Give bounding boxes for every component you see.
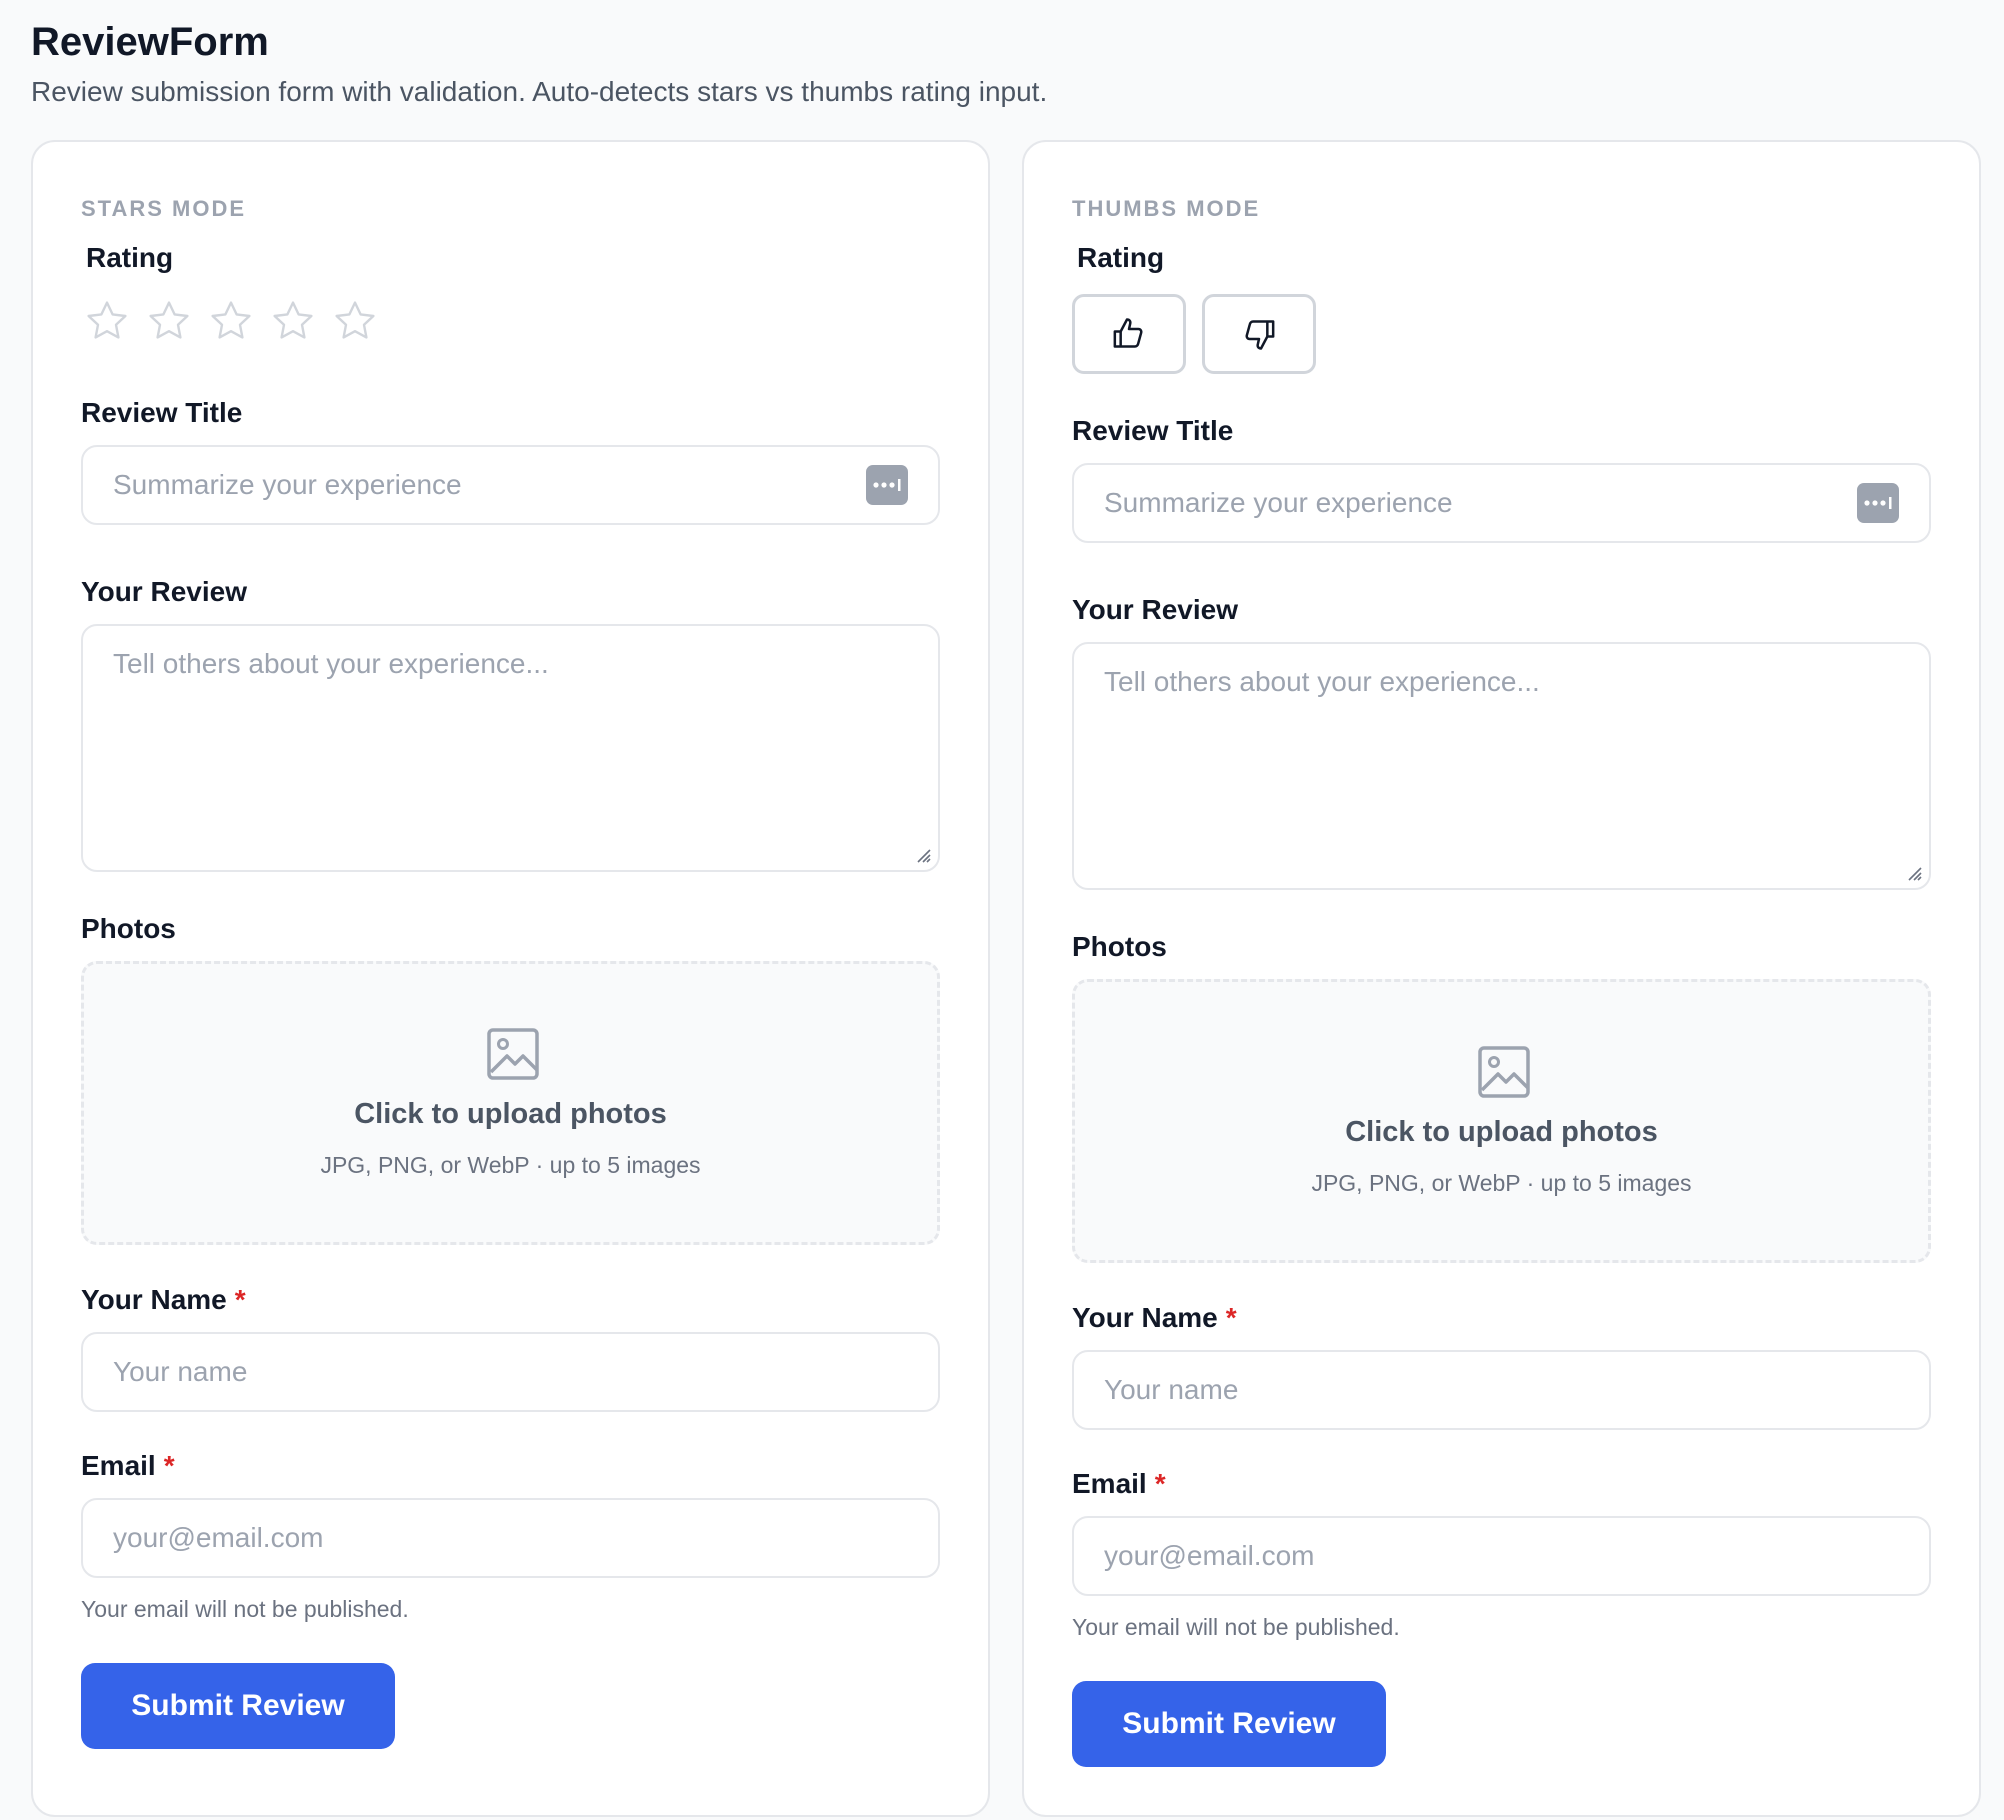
required-asterisk: * (234, 1284, 246, 1315)
thumbs-up-icon (1113, 318, 1143, 348)
thumbs-mode-card: THUMBS MODE Rating Review Title Summariz… (1022, 140, 1981, 1817)
star-rating (83, 297, 379, 345)
your-name-label-text: Your Name (81, 1284, 227, 1315)
photos-label: Photos (1072, 931, 1167, 962)
your-review-placeholder: Tell others about your experience... (1104, 666, 1540, 697)
your-name-placeholder: Your name (1104, 1374, 1239, 1405)
photos-label: Photos (81, 913, 176, 944)
upload-hint: JPG, PNG, or WebP · up to 5 images (320, 1152, 701, 1178)
review-title-label: Review Title (81, 397, 243, 428)
email-label-text: Email (1072, 1468, 1147, 1499)
page-title: ReviewForm (31, 20, 269, 64)
resize-handle-icon[interactable] (1903, 862, 1923, 882)
review-title-input[interactable]: Summarize your experience (81, 445, 940, 525)
your-name-input[interactable]: Your name (1072, 1350, 1931, 1430)
resize-handle-icon[interactable] (912, 844, 932, 864)
required-asterisk: * (163, 1450, 175, 1481)
rating-label: Rating (86, 242, 174, 273)
photo-upload-dropzone[interactable]: Click to upload photos JPG, PNG, or WebP… (1072, 979, 1931, 1263)
mode-label: STARS MODE (81, 196, 247, 221)
star-icon-1[interactable] (83, 297, 131, 345)
star-icon-2[interactable] (145, 297, 193, 345)
submit-review-button[interactable]: Submit Review (1072, 1681, 1386, 1767)
your-review-textarea[interactable]: Tell others about your experience... (1072, 642, 1931, 890)
password-manager-icon[interactable] (1857, 483, 1899, 523)
review-title-placeholder: Summarize your experience (1104, 487, 1453, 518)
email-label: Email * (81, 1450, 175, 1482)
email-placeholder: your@email.com (113, 1522, 324, 1553)
your-name-placeholder: Your name (113, 1356, 248, 1387)
rating-label: Rating (1077, 242, 1165, 273)
thumbs-down-button[interactable] (1202, 294, 1316, 374)
your-review-label: Your Review (1072, 594, 1238, 625)
mode-label: THUMBS MODE (1072, 196, 1261, 221)
upload-title: Click to upload photos (1345, 1116, 1658, 1148)
email-label-text: Email (81, 1450, 156, 1481)
review-title-label: Review Title (1072, 415, 1234, 446)
email-help-text: Your email will not be published. (1072, 1614, 1400, 1640)
thumbs-rating (1072, 294, 1316, 374)
required-asterisk: * (1154, 1468, 1166, 1499)
password-manager-icon[interactable] (866, 465, 908, 505)
image-icon (1478, 1046, 1530, 1098)
submit-review-button[interactable]: Submit Review (81, 1663, 395, 1749)
review-title-input[interactable]: Summarize your experience (1072, 463, 1931, 543)
your-review-textarea[interactable]: Tell others about your experience... (81, 624, 940, 872)
star-icon-4[interactable] (269, 297, 317, 345)
star-icon-3[interactable] (207, 297, 255, 345)
required-asterisk: * (1225, 1302, 1237, 1333)
thumbs-up-button[interactable] (1072, 294, 1186, 374)
your-review-placeholder: Tell others about your experience... (113, 648, 549, 679)
star-icon-5[interactable] (331, 297, 379, 345)
page: ReviewForm Review submission form with v… (0, 0, 2004, 1820)
your-review-label: Your Review (81, 576, 247, 607)
your-name-input[interactable]: Your name (81, 1332, 940, 1412)
your-name-label-text: Your Name (1072, 1302, 1218, 1333)
upload-title: Click to upload photos (354, 1098, 667, 1130)
email-help-text: Your email will not be published. (81, 1596, 409, 1622)
email-placeholder: your@email.com (1104, 1540, 1315, 1571)
your-name-label: Your Name * (1072, 1302, 1237, 1334)
page-subtitle: Review submission form with validation. … (31, 76, 1048, 107)
email-input[interactable]: your@email.com (81, 1498, 940, 1578)
upload-hint: JPG, PNG, or WebP · up to 5 images (1311, 1170, 1692, 1196)
review-title-placeholder: Summarize your experience (113, 469, 462, 500)
your-name-label: Your Name * (81, 1284, 246, 1316)
thumbs-down-icon (1245, 320, 1275, 350)
stars-mode-card: STARS MODE Rating Review Title Summarize… (31, 140, 990, 1817)
image-icon (487, 1028, 539, 1080)
email-input[interactable]: your@email.com (1072, 1516, 1931, 1596)
photo-upload-dropzone[interactable]: Click to upload photos JPG, PNG, or WebP… (81, 961, 940, 1245)
email-label: Email * (1072, 1468, 1166, 1500)
